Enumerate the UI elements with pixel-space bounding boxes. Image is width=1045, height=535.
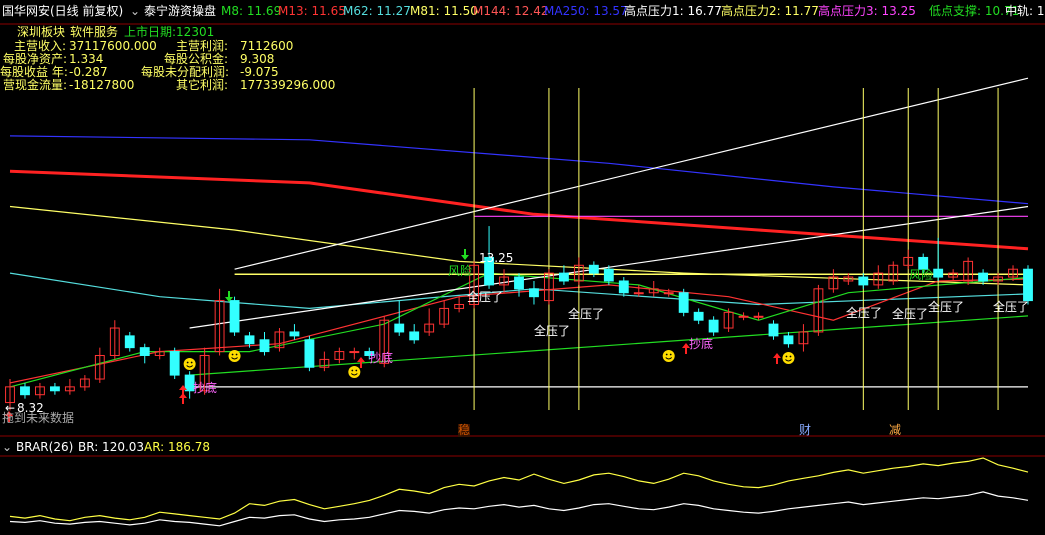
candle-body (708, 319, 719, 333)
candle-body (244, 335, 255, 345)
candle-body (858, 276, 869, 286)
ma-m13: M13: 11.65 (278, 4, 346, 18)
risk-label: 风险 (909, 268, 934, 282)
pressure-label: 全压了 (534, 324, 571, 338)
br-value: BR: 120.03 (78, 440, 145, 454)
smiley-eye (789, 355, 792, 358)
candle-body (139, 347, 150, 356)
ma-m81: M81: 11.50 (410, 4, 478, 18)
candle-body (529, 288, 539, 298)
up-arrow-icon (773, 353, 781, 364)
level-high2: 高点压力2: 11.77 (721, 4, 819, 18)
chevron-down-icon[interactable]: ⌄ (2, 440, 12, 454)
candle-body (169, 351, 180, 376)
smiley-eye (186, 361, 189, 364)
candle-body (394, 323, 405, 333)
smiley-eye (351, 369, 354, 372)
high-price-label: 13.25 (479, 251, 514, 265)
pressure-label: 全压了 (467, 290, 504, 304)
smiley-eye (665, 353, 668, 356)
down-arrow-icon (461, 249, 469, 260)
smiley-eye (231, 353, 234, 356)
smiley-icon (348, 366, 361, 378)
chart-header: 国华网安(日线 前复权) ⌄ 泰宁游资操盘 M8: 11.69 M13: 11.… (0, 0, 1045, 24)
stock-title[interactable]: 国华网安(日线 前复权) (2, 4, 123, 18)
risk-label: 风险 (448, 264, 473, 278)
candle-body (663, 292, 674, 295)
pressure-label: 全压了 (892, 307, 929, 321)
candle-body (618, 280, 629, 294)
candle-body (603, 268, 614, 282)
indicator-name[interactable]: 泰宁游资操盘 (144, 4, 216, 18)
candle-body (229, 300, 240, 333)
event-marker[interactable]: 财 (799, 424, 811, 437)
candle-body (304, 339, 315, 368)
candle-body (289, 331, 300, 337)
smiley-icon (183, 358, 196, 370)
brar-line-ar (9, 457, 1029, 522)
event-marker[interactable]: 减 (889, 424, 901, 437)
candle-body (514, 276, 524, 290)
brar-title[interactable]: BRAR(26) (16, 440, 73, 454)
copy-bottom-label: 抄底 (193, 381, 218, 395)
candle-body (738, 315, 749, 318)
indicator-line (9, 135, 1029, 205)
chevron-down-icon[interactable]: ⌄ (130, 4, 140, 18)
candle-body (349, 351, 360, 354)
ar-value: AR: 186.78 (144, 440, 211, 454)
smiley-icon (662, 350, 675, 362)
candle-body (409, 331, 420, 341)
sector-label: 深圳板块 (17, 25, 66, 39)
copy-bottom-label: 抄底 (689, 337, 714, 351)
copy-bottom-label: 抄底 (369, 351, 394, 365)
candle-body (20, 386, 30, 396)
info-value: -18127800 (69, 78, 135, 92)
future-data-note[interactable]: 拖到未来数据 (2, 412, 74, 425)
brar-line-br (9, 491, 1029, 527)
pressure-label: 全压了 (568, 307, 605, 321)
candle-body (978, 272, 989, 282)
level-high3: 高点压力3: 13.25 (818, 4, 916, 18)
ma-ma250: MA250: 13.57 (544, 4, 628, 18)
smiley-icon (782, 352, 795, 364)
listing-date: 上市日期:12301 (124, 25, 215, 39)
smiley-eye (355, 369, 358, 372)
level-high1: 高点压力1: 16.77 (624, 4, 722, 18)
candle-body (49, 386, 60, 392)
level-mid: 中轨: 1 (1005, 4, 1045, 18)
event-marker[interactable]: 稳 (458, 424, 471, 437)
indicator-line (189, 315, 1029, 376)
candle-body (693, 311, 704, 321)
candle-body (558, 272, 569, 282)
smiley-icon (228, 350, 241, 362)
ma-m144: M144: 12.42 (473, 4, 549, 18)
candle-body (783, 335, 794, 345)
ma-m62: M62: 11.27 (343, 4, 411, 18)
candle-body (933, 268, 944, 278)
info-key: 营现金流量: (3, 78, 68, 92)
industry-label: 软件服务 (70, 25, 119, 39)
pressure-label: 全压了 (846, 306, 883, 320)
smiley-eye (669, 353, 672, 356)
info-value: 177339296.000 (240, 78, 336, 92)
smiley-eye (190, 361, 193, 364)
chart-canvas (0, 23, 1045, 527)
candle-body (259, 339, 270, 353)
candle-body (753, 315, 764, 318)
smiley-eye (785, 355, 788, 358)
ma-m8: M8: 11.69 (221, 4, 282, 18)
smiley-eye (235, 353, 238, 356)
pressure-label: 全压了 (928, 300, 965, 314)
candle-body (124, 335, 135, 349)
indicator-line (9, 169, 1029, 251)
candle-body (678, 292, 689, 313)
pressure-label: 全压了 (993, 300, 1030, 314)
candle-body (768, 323, 779, 337)
candle-body (1023, 268, 1033, 302)
info-key: 其它利润: (176, 78, 229, 92)
candle-body (633, 292, 644, 295)
candle-body (588, 264, 599, 274)
up-arrow-icon (179, 393, 187, 404)
